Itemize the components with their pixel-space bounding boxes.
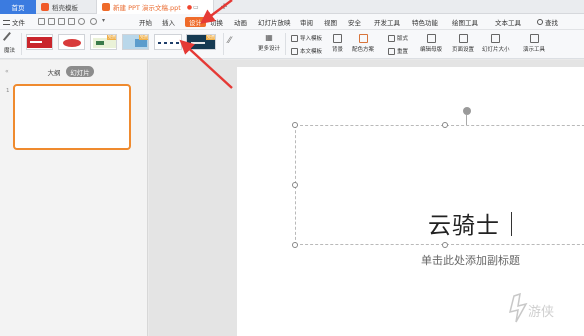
svg-text:游侠: 游侠 [528,305,554,320]
site-watermark: 游侠 [508,292,554,323]
annotation-arrows [179,0,233,89]
arrow-to-design-thumbnail [179,39,233,89]
arrow-to-design-tab [200,0,233,24]
